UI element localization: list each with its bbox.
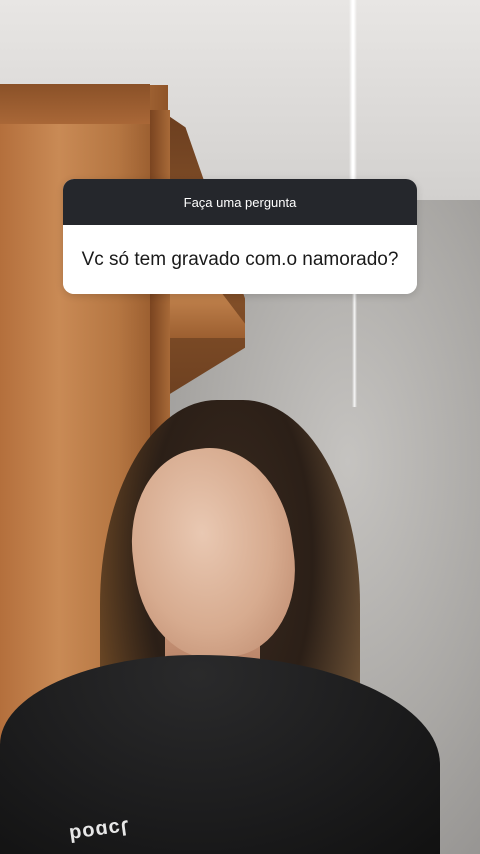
wall-light-strip	[352, 292, 357, 407]
cabinet-top	[0, 84, 150, 124]
question-sticker-header: Faça uma pergunta	[63, 179, 417, 225]
ceiling-light-strip	[349, 0, 357, 180]
question-text: Vc só tem gravado com.o namorado?	[81, 248, 399, 270]
question-sticker[interactable]: Faça uma pergunta Vc só tem gravado com.…	[63, 179, 417, 294]
story-background-photo: ɿɔɒoq	[0, 0, 480, 854]
question-sticker-body: Vc só tem gravado com.o namorado?	[63, 225, 417, 294]
question-sticker-title: Faça uma pergunta	[183, 194, 297, 210]
